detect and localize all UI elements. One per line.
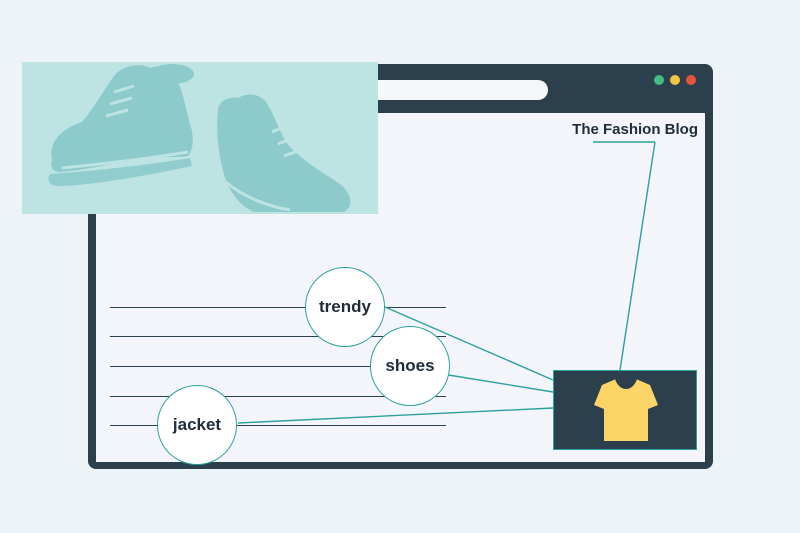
connector-line-title [619,141,656,371]
product-card[interactable] [553,370,697,450]
keyword-label: jacket [172,415,222,434]
keyword-label: shoes [385,356,435,375]
keyword-label: trendy [319,297,371,316]
keyword-trendy[interactable]: trendy [305,267,385,347]
tshirt-icon [594,378,658,441]
keyword-jacket[interactable]: jacket [157,385,237,465]
keyword-shoes[interactable]: shoes [370,326,450,406]
connector-lines [237,141,656,424]
connector-line-jacket [237,407,554,424]
